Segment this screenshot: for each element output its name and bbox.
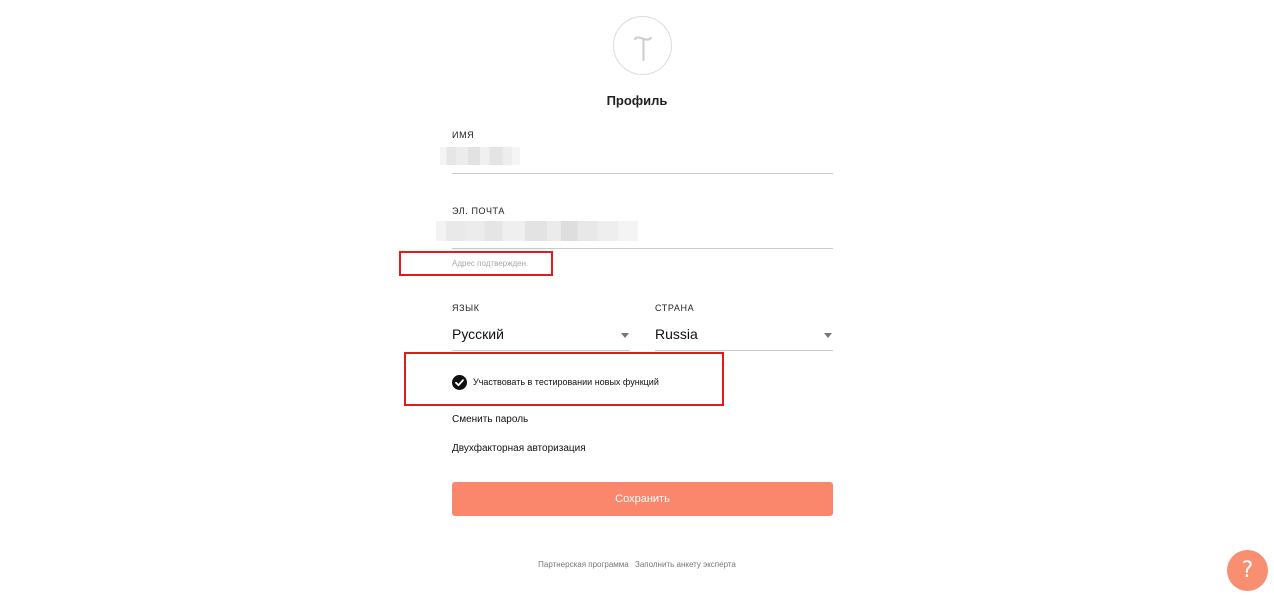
chevron-down-icon[interactable] — [824, 333, 832, 338]
expert-form-link[interactable]: Заполнить анкету эксперта — [635, 560, 736, 569]
annotation-box-beta-checkbox — [404, 352, 724, 406]
name-field[interactable] — [440, 147, 520, 165]
country-underline — [655, 350, 833, 351]
name-label: ИМЯ — [452, 130, 475, 140]
language-underline — [452, 350, 630, 351]
email-underline — [452, 248, 833, 249]
footer: Партнерская программа Заполнить анкету э… — [0, 560, 1274, 569]
country-label: СТРАНА — [655, 303, 695, 313]
help-button[interactable]: ? — [1227, 550, 1268, 591]
country-select[interactable]: Russia — [655, 326, 698, 342]
question-mark-icon: ? — [1241, 558, 1254, 583]
annotation-box-email-hint — [399, 251, 553, 276]
partner-program-link[interactable]: Партнерская программа — [538, 560, 629, 569]
language-label: ЯЗЫК — [452, 303, 480, 313]
name-underline — [452, 173, 833, 174]
language-select[interactable]: Русский — [452, 326, 504, 342]
email-field[interactable] — [436, 221, 638, 241]
page-title: Профиль — [606, 93, 668, 108]
tilda-logo-icon — [613, 16, 672, 75]
change-password-link[interactable]: Сменить пароль — [452, 414, 528, 425]
email-label: ЭЛ. ПОЧТА — [452, 206, 505, 216]
save-button[interactable]: Сохранить — [452, 482, 833, 516]
two-factor-link[interactable]: Двухфакторная авторизация — [452, 443, 586, 454]
profile-page: Профиль ИМЯ ЭЛ. ПОЧТА Адрес подтвержден.… — [0, 0, 1274, 607]
chevron-down-icon[interactable] — [621, 333, 629, 338]
